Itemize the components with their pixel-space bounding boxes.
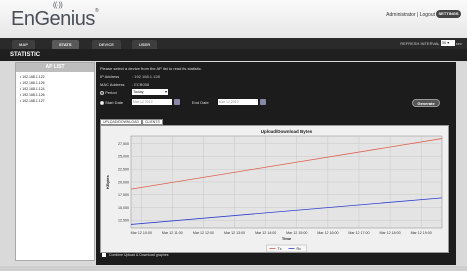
x-tick-label: Mar 12 15:00 <box>286 231 307 235</box>
y-tick-label: 25,000 <box>118 155 129 159</box>
period-value: Today <box>133 89 144 94</box>
statistic-panel: Please select a device from the AP list … <box>96 62 456 265</box>
x-tick-label: Mar 12 19:00 <box>411 231 432 235</box>
ap-item-label: 192.168.1.126 <box>22 81 45 85</box>
ap-list-item[interactable]: • 192.168.1.127 <box>16 98 94 104</box>
ap-list: AP LIST • 192.168.1.122 • 192.168.1.126 … <box>15 62 95 261</box>
start-date-radio[interactable] <box>100 100 104 105</box>
combine-label: Combine Upload & Download graphes <box>108 253 169 257</box>
start-date-label: Start Date <box>105 100 124 105</box>
chart-title: Upload/Download Bytes <box>261 129 313 134</box>
page-title: STATISTIC <box>10 52 41 58</box>
tab-user[interactable]: USER <box>132 40 158 49</box>
calendar-icon[interactable] <box>174 99 180 105</box>
logo-text: EnGenius <box>11 8 95 30</box>
ap-item-label: 192.168.1.126 <box>22 93 45 97</box>
upload-download-chart: Upload/Download Bytes 12,500 15,000 17,500 2… <box>105 129 443 253</box>
wifi-icon: ((·)) <box>53 2 63 9</box>
period-select[interactable]: Today ▾ <box>132 89 168 95</box>
x-axis-label: Time <box>282 236 292 241</box>
ap-item-label: 192.168.1.122 <box>22 75 45 79</box>
y-tick-label: 22,500 <box>118 168 129 172</box>
y-tick-label: 12,500 <box>118 219 129 223</box>
ap-list-title: AP LIST <box>16 63 94 72</box>
refresh-label: REFRESH INTERVAL <box>400 41 440 46</box>
ip-label: IP Address <box>100 74 120 79</box>
combine-checkbox[interactable] <box>102 253 106 258</box>
chart-container: Upload/Download Bytes 12,500 15,000 17,500 2… <box>100 125 449 253</box>
mac-value: : ECB058 <box>132 82 150 87</box>
ip-value: : 192.168.1.128 <box>132 74 160 79</box>
period-option[interactable]: Period <box>100 90 117 95</box>
ap-item-label: 192.168.1.127 <box>22 99 45 103</box>
y-axis-label: KBytes <box>105 174 110 189</box>
mac-label: MAC Address <box>100 82 125 87</box>
legend-label-rx: Rx <box>297 247 302 251</box>
y-tick-label: 20,000 <box>118 180 129 184</box>
main-nav: MAP STATS DEVICE USER REFRESH INTERVAL 3… <box>0 38 467 49</box>
calendar-icon[interactable] <box>260 99 266 105</box>
end-date-label: End Date <box>192 100 209 105</box>
registered-icon: ® <box>94 8 99 14</box>
admin-logout-link[interactable]: Administrator | Logout <box>386 12 435 18</box>
start-date-option[interactable]: Start Date <box>100 100 123 105</box>
settings-button[interactable]: SETTINGS <box>436 10 461 18</box>
y-tick-label: 17,500 <box>118 193 129 197</box>
chevron-down-icon: ▾ <box>164 89 167 94</box>
tab-device[interactable]: DEVICE <box>92 40 121 49</box>
refresh-interval: REFRESH INTERVAL 30 ▾ sec <box>400 40 462 47</box>
combine-graphs-option[interactable]: Combine Upload & Download graphes <box>102 253 169 258</box>
legend-label-tx: Tx <box>278 247 282 251</box>
end-date-input[interactable]: Mar 12 2012 <box>218 99 258 105</box>
x-tick-label: Mar 12 12:00 <box>193 231 214 235</box>
period-radio[interactable] <box>100 90 104 95</box>
x-tick-label: Mar 12 11:00 <box>162 231 183 235</box>
refresh-unit: sec <box>455 41 462 46</box>
header: ((·)) EnGenius® Administrator | Logout S… <box>0 0 467 38</box>
page-title-bar: STATISTIC <box>0 49 467 61</box>
generate-button[interactable]: Generate <box>412 99 440 107</box>
tab-map[interactable]: MAP <box>12 40 35 49</box>
footer <box>0 266 467 271</box>
ap-item-label: 192.168.1.124 <box>22 87 45 91</box>
instructions-text: Please select a device from the AP list … <box>100 66 202 71</box>
engenius-logo: ((·)) EnGenius® <box>11 2 99 31</box>
x-tick-label: Mar 12 14:00 <box>255 231 276 235</box>
period-label: Period <box>105 90 117 95</box>
x-tick-label: Mar 12 16:00 <box>317 231 338 235</box>
y-tick-label: 27,500 <box>118 142 129 146</box>
x-tick-label: Mar 12 17:00 <box>348 231 369 235</box>
start-date-input[interactable]: Mar 12 2012 <box>132 99 172 105</box>
x-tick-label: Mar 12 18:00 <box>379 231 400 235</box>
x-tick-label: Mar 12 13:00 <box>224 231 245 235</box>
refresh-select[interactable]: 30 ▾ <box>440 40 455 46</box>
y-tick-label: 15,000 <box>118 206 129 210</box>
tab-stats[interactable]: STATS <box>52 40 79 49</box>
x-tick-label: Mar 12 10:00 <box>131 231 152 235</box>
refresh-value: 30 <box>441 40 447 45</box>
